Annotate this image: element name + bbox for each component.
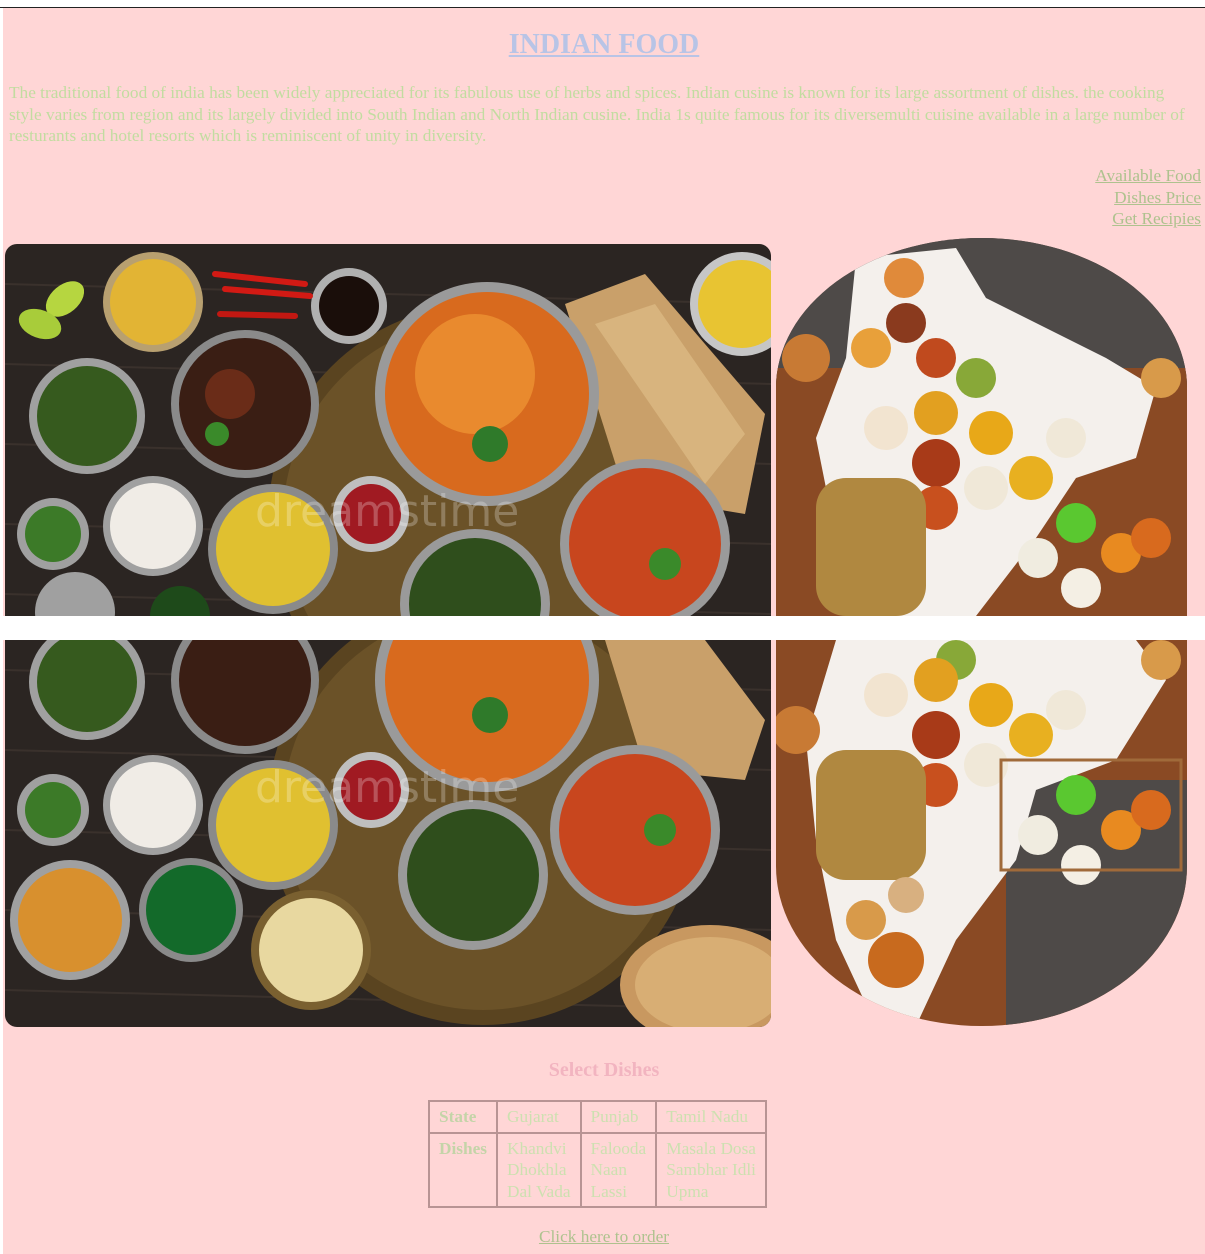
- indian-food-spread-image-continued: dreamstime: [5, 640, 771, 1027]
- state-cell-tamil-nadu: Tamil Nadu: [656, 1101, 766, 1133]
- state-cell-punjab: Punjab: [580, 1101, 657, 1133]
- dish-item: Dhokhla: [507, 1160, 567, 1179]
- intro-paragraph: The traditional food of india has been w…: [9, 83, 1185, 145]
- india-map-thali-image: [776, 238, 1187, 616]
- dish-item: Dal Vada: [507, 1181, 571, 1201]
- row-label-state: State: [429, 1101, 498, 1133]
- state-cell-gujarat: Gujarat: [497, 1101, 581, 1133]
- row-label-dishes: Dishes: [429, 1132, 498, 1207]
- dish-item: Upma: [666, 1181, 709, 1201]
- dish-item: Lassi: [590, 1181, 628, 1201]
- dish-item: Masala Dosa: [666, 1138, 756, 1158]
- dish-item: Naan: [590, 1160, 627, 1179]
- click-to-order-link[interactable]: Click here to order: [539, 1227, 669, 1246]
- watermark-text: dreamstime: [255, 486, 519, 537]
- indian-food-spread-image: dreamstime: [5, 244, 771, 616]
- page-break-gap: [0, 616, 1205, 640]
- dishes-table: State Gujarat Punjab Tamil Nadu Dishes K…: [428, 1100, 767, 1208]
- dish-list-tamil-nadu: Masala Dosa Sambhar Idli Upma: [656, 1132, 766, 1207]
- watermark-text: dreamstime: [255, 762, 519, 813]
- table-row-states: State Gujarat Punjab Tamil Nadu: [429, 1101, 766, 1133]
- dish-item: Sambhar Idli: [666, 1160, 756, 1179]
- nav-links: Available Food Dishes Price Get Recipies: [1095, 165, 1201, 230]
- dish-item: Khandvi: [507, 1138, 567, 1158]
- select-dishes-heading: Select Dishes: [548, 1059, 660, 1081]
- page-title: INDIAN FOOD: [508, 29, 700, 60]
- order-link-container: Click here to order: [3, 1226, 1205, 1248]
- dish-list-punjab: Falooda Naan Lassi: [580, 1132, 657, 1207]
- nav-link-get-recipies[interactable]: Get Recipies: [1095, 208, 1201, 230]
- india-map-thali-image-continued: [776, 640, 1187, 1026]
- nav-link-dishes-price[interactable]: Dishes Price: [1095, 187, 1201, 209]
- table-row-dishes: Dishes Khandvi Dhokhla Dal Vada Falooda …: [429, 1132, 766, 1207]
- nav-link-available-food[interactable]: Available Food: [1095, 165, 1201, 187]
- dish-item: Falooda: [590, 1138, 647, 1158]
- dish-list-gujarat: Khandvi Dhokhla Dal Vada: [497, 1132, 581, 1207]
